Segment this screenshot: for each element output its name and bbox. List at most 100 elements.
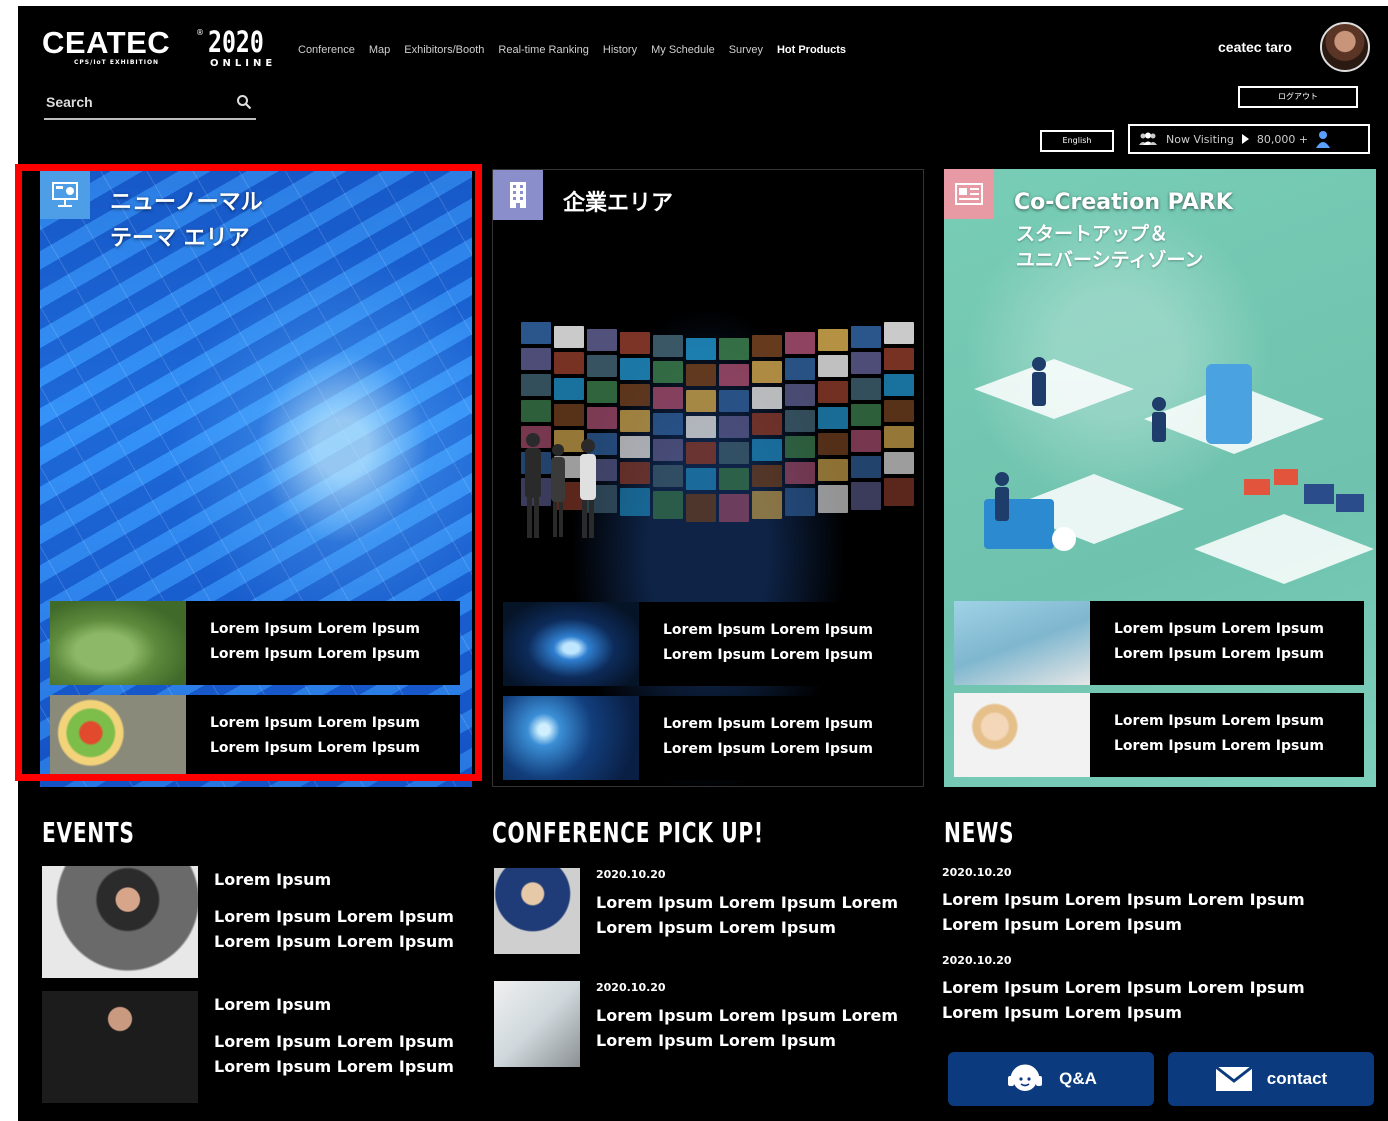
visitor-counter: Now Visiting 80,000 +	[1128, 124, 1370, 154]
presentation-board-icon	[40, 169, 90, 219]
video-screen-tile	[620, 384, 650, 406]
video-screen-tile	[554, 377, 584, 400]
video-screen-tile	[587, 354, 617, 377]
event-thumbnail	[42, 866, 198, 978]
video-screen-tile	[686, 364, 716, 387]
video-screen-tile	[785, 462, 815, 484]
nav-history[interactable]: History	[603, 44, 637, 56]
video-screen-tile	[884, 426, 914, 449]
video-screen-tile	[752, 335, 782, 358]
panel-subtitle: スタートアップ＆ ユニバーシティゾーン	[1016, 223, 1204, 271]
video-screen-tile	[752, 491, 782, 520]
nav-realtime-ranking[interactable]: Real-time Ranking	[498, 44, 588, 56]
card-thumbnail	[50, 695, 186, 779]
video-screen-tile	[554, 325, 584, 348]
nav-hot-products[interactable]: Hot Products	[777, 44, 846, 56]
search-icon[interactable]	[236, 94, 252, 110]
panel-card[interactable]: Lorem Ipsum Lorem Ipsum Lorem Ipsum Lore…	[954, 693, 1364, 777]
video-screen-tile	[851, 351, 881, 374]
card-thumbnail	[503, 602, 639, 686]
panel-title: Co-Creation PARK	[1014, 190, 1233, 215]
video-screen-tile	[719, 442, 749, 465]
user-name: ceatec taro	[1218, 39, 1292, 55]
event-item[interactable]: Lorem Ipsum Lorem Ipsum Lorem Ipsum Lore…	[42, 866, 482, 978]
search-input[interactable]: Search	[44, 92, 256, 120]
conference-thumbnail	[494, 868, 580, 954]
news-date: 2020.10.20	[942, 866, 1012, 879]
video-screen-tile	[587, 380, 617, 403]
qa-button[interactable]: Q&A	[948, 1052, 1154, 1106]
conference-item[interactable]: 2020.10.20 Lorem Ipsum Lorem Ipsum Lorem…	[494, 981, 914, 1067]
nav-my-schedule[interactable]: My Schedule	[651, 44, 715, 56]
logout-button[interactable]: ログアウト	[1238, 86, 1358, 108]
video-screen-tile	[752, 439, 782, 462]
video-screen-tile	[521, 374, 551, 397]
main-nav: Conference Map Exhibitors/Booth Real-tim…	[298, 44, 846, 56]
nav-survey[interactable]: Survey	[729, 44, 763, 56]
video-screen-tile	[686, 468, 716, 491]
video-screen-tile	[620, 332, 650, 354]
video-screen-tile	[785, 436, 815, 458]
play-icon	[1241, 134, 1249, 144]
nav-map[interactable]: Map	[369, 44, 390, 56]
video-screen-tile	[818, 432, 848, 455]
news-text: Lorem Ipsum Lorem Ipsum Lorem Ipsum Lore…	[942, 978, 1305, 1022]
nav-exhibitors-booth[interactable]: Exhibitors/Booth	[404, 44, 484, 56]
headset-icon	[1008, 1064, 1043, 1091]
news-date: 2020.10.20	[942, 954, 1012, 967]
event-thumbnail	[42, 991, 198, 1103]
visitor-label: Now Visiting	[1166, 132, 1234, 146]
user-avatar[interactable]	[1320, 22, 1370, 72]
conference-thumbnail	[494, 981, 580, 1067]
video-screen-tile	[521, 348, 551, 371]
ceatec-logo[interactable]: CEATEC ® CPS/IoT EXHIBITION 2020 ONLINE	[42, 25, 282, 70]
video-screen-tile	[686, 390, 716, 413]
company-area-panel[interactable]: 企業エリア Lorem Ipsum Lorem Ipsum Lorem Ipsu…	[492, 169, 924, 787]
video-screen-tile	[653, 387, 683, 410]
nav-conference[interactable]: Conference	[298, 44, 355, 56]
panel-card[interactable]: Lorem Ipsum Lorem Ipsum Lorem Ipsum Lore…	[954, 601, 1364, 685]
language-english-button[interactable]: English	[1040, 130, 1114, 152]
logo-year: 2020	[208, 25, 264, 59]
video-screen-tile	[521, 322, 551, 345]
panel-card[interactable]: Lorem Ipsum Lorem Ipsum Lorem Ipsum Lore…	[503, 696, 913, 780]
event-title: Lorem Ipsum	[214, 995, 332, 1014]
conference-item[interactable]: 2020.10.20 Lorem Ipsum Lorem Ipsum Lorem…	[494, 868, 914, 954]
news-item[interactable]: 2020.10.20 Lorem Ipsum Lorem Ipsum Lorem…	[942, 866, 1382, 937]
video-screen-tile	[851, 403, 881, 426]
video-screen-tile	[785, 358, 815, 380]
video-screen-tile	[653, 361, 683, 384]
video-screen-tile	[752, 387, 782, 410]
video-screen-tile	[686, 416, 716, 439]
co-creation-park-panel[interactable]: Co-Creation PARK スタートアップ＆ ユニバーシティゾーン Lor…	[944, 169, 1376, 787]
video-screen-tile	[686, 338, 716, 361]
news-text: Lorem Ipsum Lorem Ipsum Lorem Ipsum Lore…	[942, 890, 1305, 934]
contact-button[interactable]: contact	[1168, 1052, 1374, 1106]
conference-date: 2020.10.20	[596, 868, 666, 881]
panel-title: ニューノーマル テーマ エリア	[110, 190, 263, 251]
person-icon	[1316, 131, 1331, 148]
qa-label: Q&A	[1059, 1069, 1097, 1088]
people-icon	[1139, 132, 1157, 145]
video-screen-tile	[653, 491, 683, 520]
panel-card[interactable]: Lorem Ipsum Lorem Ipsum Lorem Ipsum Lore…	[50, 695, 460, 779]
video-screen-tile	[719, 416, 749, 439]
panel-card[interactable]: Lorem Ipsum Lorem Ipsum Lorem Ipsum Lore…	[50, 601, 460, 685]
video-screen-tile	[752, 361, 782, 384]
co-creation-illustration	[974, 357, 1374, 584]
people-silhouettes	[525, 433, 596, 538]
card-thumbnail	[954, 601, 1090, 685]
card-thumbnail	[954, 693, 1090, 777]
panel-card[interactable]: Lorem Ipsum Lorem Ipsum Lorem Ipsum Lore…	[503, 602, 913, 686]
event-text: Lorem Ipsum Lorem Ipsum Lorem Ipsum Lore…	[214, 1032, 454, 1076]
newspaper-icon	[944, 169, 994, 219]
video-screen-tile	[785, 410, 815, 432]
video-screen-tile	[851, 325, 881, 348]
event-item[interactable]: Lorem Ipsum Lorem Ipsum Lorem Ipsum Lore…	[42, 991, 482, 1103]
news-item[interactable]: 2020.10.20 Lorem Ipsum Lorem Ipsum Lorem…	[942, 954, 1382, 1025]
video-screen-tile	[818, 354, 848, 377]
conference-date: 2020.10.20	[596, 981, 666, 994]
video-screen-tile	[653, 413, 683, 436]
new-normal-theme-area-panel[interactable]: ニューノーマル テーマ エリア Lorem Ipsum Lorem Ipsum …	[40, 169, 472, 787]
video-screen-tile	[719, 338, 749, 361]
